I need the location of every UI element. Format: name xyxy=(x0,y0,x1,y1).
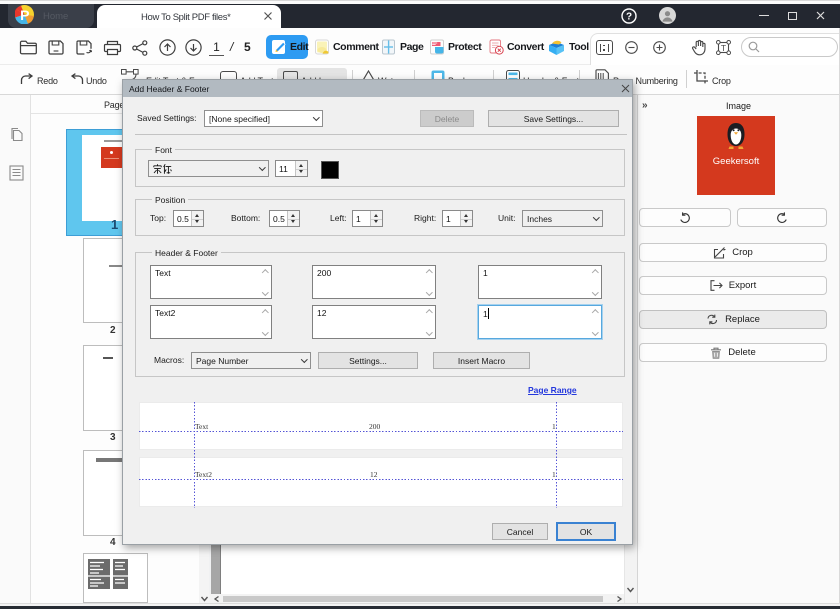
svg-text:P: P xyxy=(20,7,29,23)
svg-text:?: ? xyxy=(626,12,632,23)
svg-text:T: T xyxy=(721,43,726,53)
